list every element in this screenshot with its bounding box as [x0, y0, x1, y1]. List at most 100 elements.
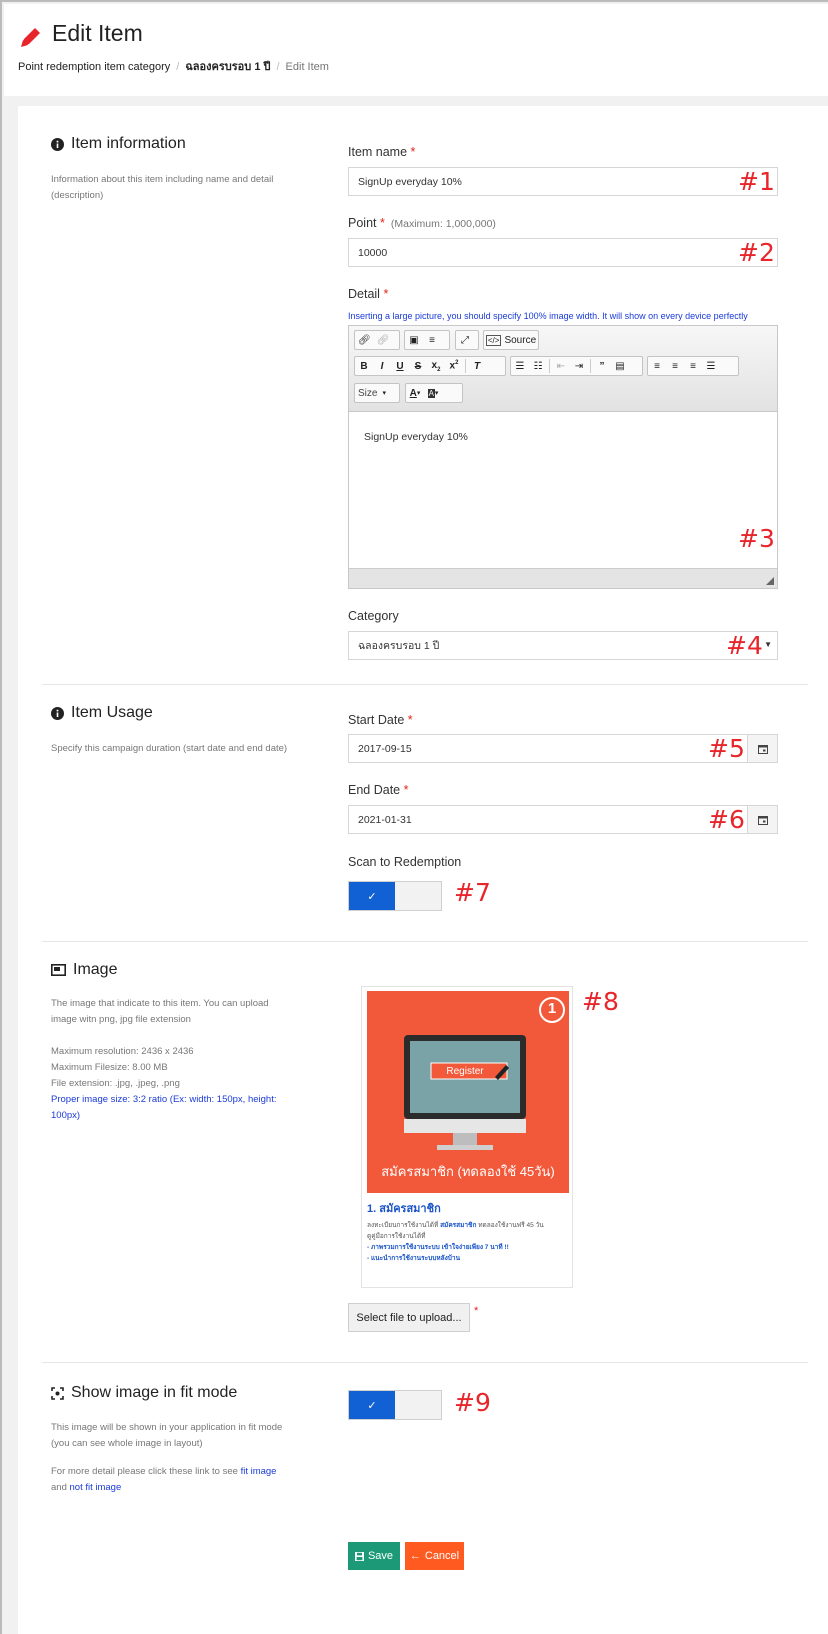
link-group: 🔗︎ 🔗︎	[354, 330, 400, 350]
preview-card-line: ดูคู่มือการใช้งานได้ที่	[367, 1233, 426, 1240]
text-color-icon[interactable]: A ▾	[406, 384, 424, 402]
background-color-icon[interactable]: A ▾	[424, 384, 442, 402]
item-name-input[interactable]: SignUp everyday 10%	[348, 167, 778, 196]
calendar-icon	[757, 815, 768, 825]
end-date-calendar-button[interactable]	[748, 805, 778, 834]
item-information-title: Item information	[51, 135, 186, 153]
scan-redemption-toggle[interactable]: ✓	[348, 881, 442, 911]
annotation-marker-3: #3	[738, 524, 775, 553]
size-label: Size ▾	[358, 387, 386, 399]
source-icon: </>	[485, 334, 502, 346]
page-header: Edit Item Point redemption item category…	[4, 4, 828, 96]
size-dropdown[interactable]: Size ▾	[354, 383, 400, 403]
preview-artwork: 1 Register สมัครสมาชิก (ทดลองใช้ 45วัน)	[367, 991, 569, 1193]
strike-button[interactable]: S	[409, 357, 427, 375]
preview-card-line: - แนะนำการใช้งานระบบหลังบ้าน	[367, 1255, 461, 1262]
item-usage-description: Specify this campaign duration (start da…	[51, 743, 288, 754]
fit-mode-toggle[interactable]: ✓	[348, 1390, 442, 1420]
maximize-icon[interactable]: ⤢	[456, 331, 474, 349]
save-button[interactable]: Save	[348, 1542, 400, 1570]
align-justify-icon[interactable]: ☰	[702, 357, 720, 375]
form-panel: Item information Information about this …	[18, 106, 828, 1634]
annotation-marker-5: #5	[708, 734, 745, 763]
rich-text-editor: 🔗︎ 🔗︎ ▣ ≡ ⤢ </> Source B I U S x2 x2 T ☰…	[348, 325, 778, 589]
horizontal-line-icon[interactable]: ≡	[423, 331, 441, 349]
align-right-icon[interactable]: ≡	[684, 357, 702, 375]
annotation-marker-7: #7	[454, 878, 491, 907]
breadcrumb-item-current: Edit Item	[285, 61, 329, 73]
link-icon[interactable]: 🔗︎	[355, 331, 374, 349]
item-name-label: Item name *	[348, 145, 416, 159]
annotation-marker-2: #2	[738, 238, 775, 267]
fit-image-link[interactable]: fit image	[241, 1466, 277, 1477]
fit-mode-title-text: Show image in fit mode	[71, 1384, 238, 1401]
resize-handle[interactable]	[766, 577, 774, 585]
breadcrumb: Point redemption item category / ฉลองครบรอ…	[18, 61, 329, 73]
max-filesize-text: Maximum Filesize: 8.00 MB	[51, 1062, 168, 1073]
color-group: A ▾ A ▾	[405, 383, 463, 403]
end-date-input[interactable]: 2021-01-31	[348, 805, 748, 834]
preview-banner-text: สมัครสมาชิก (ทดลองใช้ 45วัน)	[381, 1164, 555, 1179]
pencil-icon	[21, 28, 40, 47]
outdent-icon[interactable]: ⇤	[552, 357, 570, 375]
max-resolution-text: Maximum resolution: 2436 x 2436	[51, 1046, 194, 1057]
select-file-button[interactable]: Select file to upload...	[348, 1303, 470, 1332]
remove-format-icon[interactable]: T	[468, 357, 486, 375]
cancel-button[interactable]: ← Cancel	[405, 1542, 464, 1570]
unlink-icon[interactable]: 🔗︎	[374, 331, 393, 349]
category-select[interactable]: ฉลองครบรอบ 1 ปี ▼	[348, 631, 778, 660]
info-icon	[51, 706, 64, 720]
image-title-text: Image	[73, 961, 118, 978]
editor-content[interactable]: SignUp everyday 10%	[349, 412, 777, 568]
preview-card-title: 1. สมัครสมาชิก	[367, 1203, 441, 1215]
chevron-down-icon: ▾	[382, 390, 386, 397]
category-label: Category	[348, 609, 399, 623]
file-extension-text: File extension: .jpg, .jpeg, .png	[51, 1078, 180, 1089]
start-date-label: Start Date *	[348, 713, 413, 727]
not-fit-image-link[interactable]: not fit image	[70, 1482, 122, 1493]
annotation-marker-9: #9	[454, 1388, 491, 1417]
numbered-list-icon[interactable]: ☰	[511, 357, 529, 375]
image-icon[interactable]: ▣	[405, 331, 423, 349]
source-button[interactable]: </> Source	[484, 331, 538, 349]
preview-register-label: Register	[446, 1065, 484, 1077]
indent-icon[interactable]: ⇥	[570, 357, 588, 375]
editor-note: Inserting a large picture, you should sp…	[348, 311, 748, 321]
item-usage-title-text: Item Usage	[71, 704, 153, 721]
check-icon: ✓	[349, 882, 395, 910]
annotation-marker-8: #8	[582, 987, 619, 1016]
detail-label: Detail *	[348, 287, 389, 301]
divider	[42, 941, 808, 942]
start-date-input[interactable]: 2017-09-15	[348, 734, 748, 763]
breadcrumb-item-category[interactable]: Point redemption item category	[18, 61, 170, 73]
annotation-marker-1: #1	[738, 167, 775, 196]
align-left-icon[interactable]: ≡	[648, 357, 666, 375]
image-icon	[51, 964, 66, 976]
blockquote-icon[interactable]: ”	[593, 357, 611, 375]
image-preview[interactable]: 1 Register สมัครสมาชิก (ทดลองใช้ 45วัน) …	[361, 986, 573, 1288]
image-title: Image	[51, 961, 117, 979]
start-date-calendar-button[interactable]	[748, 734, 778, 763]
fit-screen-icon	[51, 1386, 64, 1400]
save-icon	[354, 1551, 364, 1561]
fit-mode-description: This image will be shown in your applica…	[51, 1422, 283, 1449]
page-title: Edit Item	[52, 20, 143, 46]
div-container-icon[interactable]: ▤	[611, 357, 629, 375]
item-usage-title: Item Usage	[51, 704, 153, 722]
bold-button[interactable]: B	[355, 357, 373, 375]
proper-size-text: Proper image size: 3:2 ratio (Ex: width:…	[51, 1094, 277, 1121]
point-input[interactable]: 10000	[348, 238, 778, 267]
superscript-button[interactable]: x2	[445, 357, 463, 375]
italic-button[interactable]: I	[373, 357, 391, 375]
subscript-button[interactable]: x2	[427, 357, 445, 375]
check-icon: ✓	[349, 1391, 395, 1419]
align-group: ≡ ≡ ≡ ☰	[647, 356, 739, 376]
align-center-icon[interactable]: ≡	[666, 357, 684, 375]
underline-button[interactable]: U	[391, 357, 409, 375]
bulleted-list-icon[interactable]: ☷	[529, 357, 547, 375]
divider	[42, 1362, 808, 1363]
info-icon	[51, 137, 64, 151]
format-group: B I U S x2 x2 T	[354, 356, 506, 376]
breadcrumb-item-parent[interactable]: ฉลองครบรอบ 1 ปี	[185, 61, 270, 73]
item-information-title-text: Item information	[71, 135, 186, 152]
